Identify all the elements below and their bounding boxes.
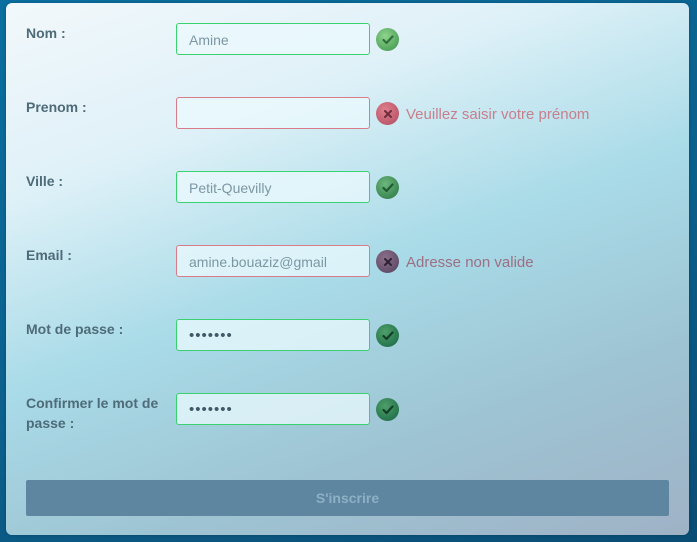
email-input[interactable]: amine.bouaziz@gmail (176, 245, 370, 277)
form-row-prenom: Prenom : Veuillez saisir votre prénom (6, 97, 689, 133)
checkmark-icon (376, 398, 399, 421)
error-message: Veuillez saisir votre prénom (406, 106, 590, 123)
field-label: Confirmer le mot de passe : (26, 395, 159, 431)
form-row-nom: Nom : Amine (6, 23, 689, 59)
form-row-password: Mot de passe : ••••••• (6, 319, 689, 355)
nom-input[interactable]: Amine (176, 23, 370, 55)
confirm-password-input[interactable]: ••••••• (176, 393, 370, 425)
field-label: Email : (26, 247, 72, 263)
checkmark-icon (376, 176, 399, 199)
signup-submit-button[interactable]: S'inscrire (26, 480, 669, 516)
prenom-input[interactable] (176, 97, 370, 129)
form-row-confirm-password: Confirmer le mot de passe : ••••••• (6, 393, 689, 431)
form-row-ville: Ville : Petit-Quevilly (6, 171, 689, 207)
password-input[interactable]: ••••••• (176, 319, 370, 351)
cross-icon (376, 250, 399, 273)
field-label: Nom : (26, 25, 66, 41)
field-label: Mot de passe : (26, 321, 124, 337)
error-message: Adresse non valide (406, 254, 534, 271)
ville-input[interactable]: Petit-Quevilly (176, 171, 370, 203)
checkmark-icon (376, 28, 399, 51)
field-label: Ville : (26, 173, 64, 189)
signup-form-panel: Nom : Amine Prenom : Veuillez saisir vot… (6, 3, 689, 535)
checkmark-icon (376, 324, 399, 347)
field-label: Prenom : (26, 99, 87, 115)
cross-icon (376, 102, 399, 125)
form-row-email: Email : amine.bouaziz@gmail Adresse non … (6, 245, 689, 281)
